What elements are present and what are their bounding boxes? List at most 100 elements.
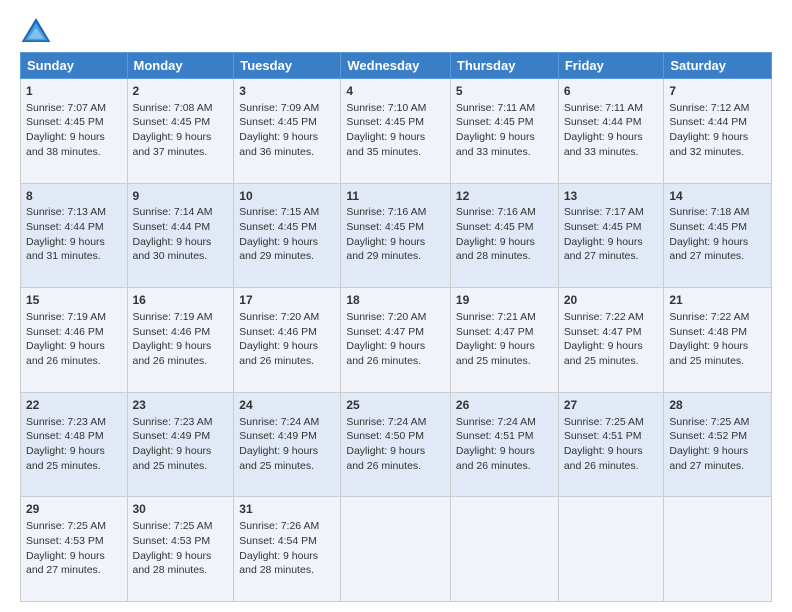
sunset-label: Sunset: 4:44 PM (669, 116, 747, 128)
sunrise-label: Sunrise: 7:07 AM (26, 102, 106, 114)
sunrise-label: Sunrise: 7:24 AM (239, 416, 319, 428)
daylight-label: Daylight: 9 hours and 25 minutes. (239, 445, 318, 472)
sunrise-label: Sunrise: 7:23 AM (133, 416, 213, 428)
calendar-cell: 20Sunrise: 7:22 AMSunset: 4:47 PMDayligh… (558, 288, 664, 393)
sunset-label: Sunset: 4:46 PM (239, 326, 317, 338)
sunrise-label: Sunrise: 7:21 AM (456, 311, 536, 323)
calendar-cell: 4Sunrise: 7:10 AMSunset: 4:45 PMDaylight… (341, 79, 451, 184)
daylight-label: Daylight: 9 hours and 35 minutes. (346, 131, 425, 158)
sunrise-label: Sunrise: 7:11 AM (456, 102, 535, 114)
sunrise-label: Sunrise: 7:12 AM (669, 102, 749, 114)
sunrise-label: Sunrise: 7:16 AM (346, 206, 426, 218)
calendar-cell: 23Sunrise: 7:23 AMSunset: 4:49 PMDayligh… (127, 392, 234, 497)
day-number: 13 (564, 188, 659, 205)
sunset-label: Sunset: 4:47 PM (456, 326, 534, 338)
day-header-tuesday: Tuesday (234, 53, 341, 79)
logo-icon (20, 16, 52, 44)
sunset-label: Sunset: 4:45 PM (456, 221, 534, 233)
daylight-label: Daylight: 9 hours and 25 minutes. (456, 340, 535, 367)
sunset-label: Sunset: 4:54 PM (239, 535, 317, 547)
daylight-label: Daylight: 9 hours and 26 minutes. (346, 340, 425, 367)
sunrise-label: Sunrise: 7:24 AM (346, 416, 426, 428)
day-number: 28 (669, 397, 766, 414)
day-number: 26 (456, 397, 553, 414)
daylight-label: Daylight: 9 hours and 29 minutes. (239, 236, 318, 263)
daylight-label: Daylight: 9 hours and 27 minutes. (564, 236, 643, 263)
day-number: 21 (669, 292, 766, 309)
day-number: 25 (346, 397, 445, 414)
calendar-cell: 18 Sunrise: 7:20 AM Sunset: 4:47 PM Dayligh… (341, 288, 451, 393)
calendar-cell: 21Sunrise: 7:22 AMSunset: 4:48 PMDayligh… (664, 288, 772, 393)
day-number: 7 (669, 83, 766, 100)
day-number: 23 (133, 397, 229, 414)
sunrise-label: Sunrise: 7:26 AM (239, 520, 319, 532)
day-number: 9 (133, 188, 229, 205)
daylight-label: Daylight: 9 hours and 26 minutes. (239, 340, 318, 367)
calendar-cell: 8Sunrise: 7:13 AMSunset: 4:44 PMDaylight… (21, 183, 128, 288)
sunset-label: Sunset: 4:53 PM (133, 535, 211, 547)
day-header-wednesday: Wednesday (341, 53, 451, 79)
day-number: 22 (26, 397, 122, 414)
day-header-monday: Monday (127, 53, 234, 79)
sunset-label: Sunset: 4:45 PM (239, 221, 317, 233)
calendar-cell: 24Sunrise: 7:24 AMSunset: 4:49 PMDayligh… (234, 392, 341, 497)
day-number: 31 (239, 501, 335, 518)
daylight-label: Daylight: 9 hours and 25 minutes. (26, 445, 105, 472)
day-header-saturday: Saturday (664, 53, 772, 79)
sunrise-label: Sunrise: 7:20 AM (346, 311, 426, 323)
sunset-label: Sunset: 4:51 PM (564, 430, 642, 442)
calendar-cell: 3Sunrise: 7:09 AMSunset: 4:45 PMDaylight… (234, 79, 341, 184)
day-number: 6 (564, 83, 659, 100)
sunrise-label: Sunrise: 7:25 AM (26, 520, 106, 532)
calendar-week-3: 15Sunrise: 7:19 AMSunset: 4:46 PMDayligh… (21, 288, 772, 393)
daylight-label: Daylight: 9 hours and 25 minutes. (669, 340, 748, 367)
sunrise-label: Sunrise: 7:10 AM (346, 102, 426, 114)
calendar-cell (664, 497, 772, 602)
day-number: 18 (346, 292, 445, 309)
daylight-label: Daylight: 9 hours and 25 minutes. (564, 340, 643, 367)
calendar-cell: 15Sunrise: 7:19 AMSunset: 4:46 PMDayligh… (21, 288, 128, 393)
sunset-label: Sunset: 4:46 PM (26, 326, 104, 338)
day-number: 3 (239, 83, 335, 100)
calendar-cell: 9Sunrise: 7:14 AMSunset: 4:44 PMDaylight… (127, 183, 234, 288)
sunset-label: Sunset: 4:49 PM (239, 430, 317, 442)
calendar-cell (558, 497, 664, 602)
calendar-week-4: 22Sunrise: 7:23 AMSunset: 4:48 PMDayligh… (21, 392, 772, 497)
calendar-table: SundayMondayTuesdayWednesdayThursdayFrid… (20, 52, 772, 602)
sunset-label: Sunset: 4:47 PM (346, 326, 424, 338)
day-number: 16 (133, 292, 229, 309)
daylight-label: Daylight: 9 hours and 30 minutes. (133, 236, 212, 263)
day-number: 19 (456, 292, 553, 309)
daylight-label: Daylight: 9 hours and 28 minutes. (239, 550, 318, 577)
calendar-cell: 27Sunrise: 7:25 AMSunset: 4:51 PMDayligh… (558, 392, 664, 497)
daylight-label: Daylight: 9 hours and 26 minutes. (456, 445, 535, 472)
calendar-cell: 13Sunrise: 7:17 AMSunset: 4:45 PMDayligh… (558, 183, 664, 288)
sunset-label: Sunset: 4:45 PM (669, 221, 747, 233)
sunrise-label: Sunrise: 7:19 AM (26, 311, 106, 323)
sunrise-label: Sunrise: 7:11 AM (564, 102, 643, 114)
calendar-cell: 30Sunrise: 7:25 AMSunset: 4:53 PMDayligh… (127, 497, 234, 602)
calendar-cell: 17Sunrise: 7:20 AMSunset: 4:46 PMDayligh… (234, 288, 341, 393)
sunset-label: Sunset: 4:49 PM (133, 430, 211, 442)
daylight-label: Daylight: 9 hours and 28 minutes. (133, 550, 212, 577)
calendar-cell: 25Sunrise: 7:24 AMSunset: 4:50 PMDayligh… (341, 392, 451, 497)
sunset-label: Sunset: 4:45 PM (26, 116, 104, 128)
daylight-label: Daylight: 9 hours and 29 minutes. (346, 236, 425, 263)
calendar-cell (341, 497, 451, 602)
day-number: 27 (564, 397, 659, 414)
daylight-label: Daylight: 9 hours and 26 minutes. (26, 340, 105, 367)
calendar-cell: 14Sunrise: 7:18 AMSunset: 4:45 PMDayligh… (664, 183, 772, 288)
sunrise-label: Sunrise: 7:23 AM (26, 416, 106, 428)
calendar-week-2: 8Sunrise: 7:13 AMSunset: 4:44 PMDaylight… (21, 183, 772, 288)
sunset-label: Sunset: 4:46 PM (133, 326, 211, 338)
sunset-label: Sunset: 4:45 PM (239, 116, 317, 128)
day-number: 14 (669, 188, 766, 205)
daylight-label: Daylight: 9 hours and 32 minutes. (669, 131, 748, 158)
sunrise-label: Sunrise: 7:19 AM (133, 311, 213, 323)
day-number: 5 (456, 83, 553, 100)
sunrise-label: Sunrise: 7:13 AM (26, 206, 106, 218)
logo (20, 16, 56, 44)
sunrise-label: Sunrise: 7:22 AM (669, 311, 749, 323)
sunrise-label: Sunrise: 7:15 AM (239, 206, 319, 218)
sunset-label: Sunset: 4:50 PM (346, 430, 424, 442)
